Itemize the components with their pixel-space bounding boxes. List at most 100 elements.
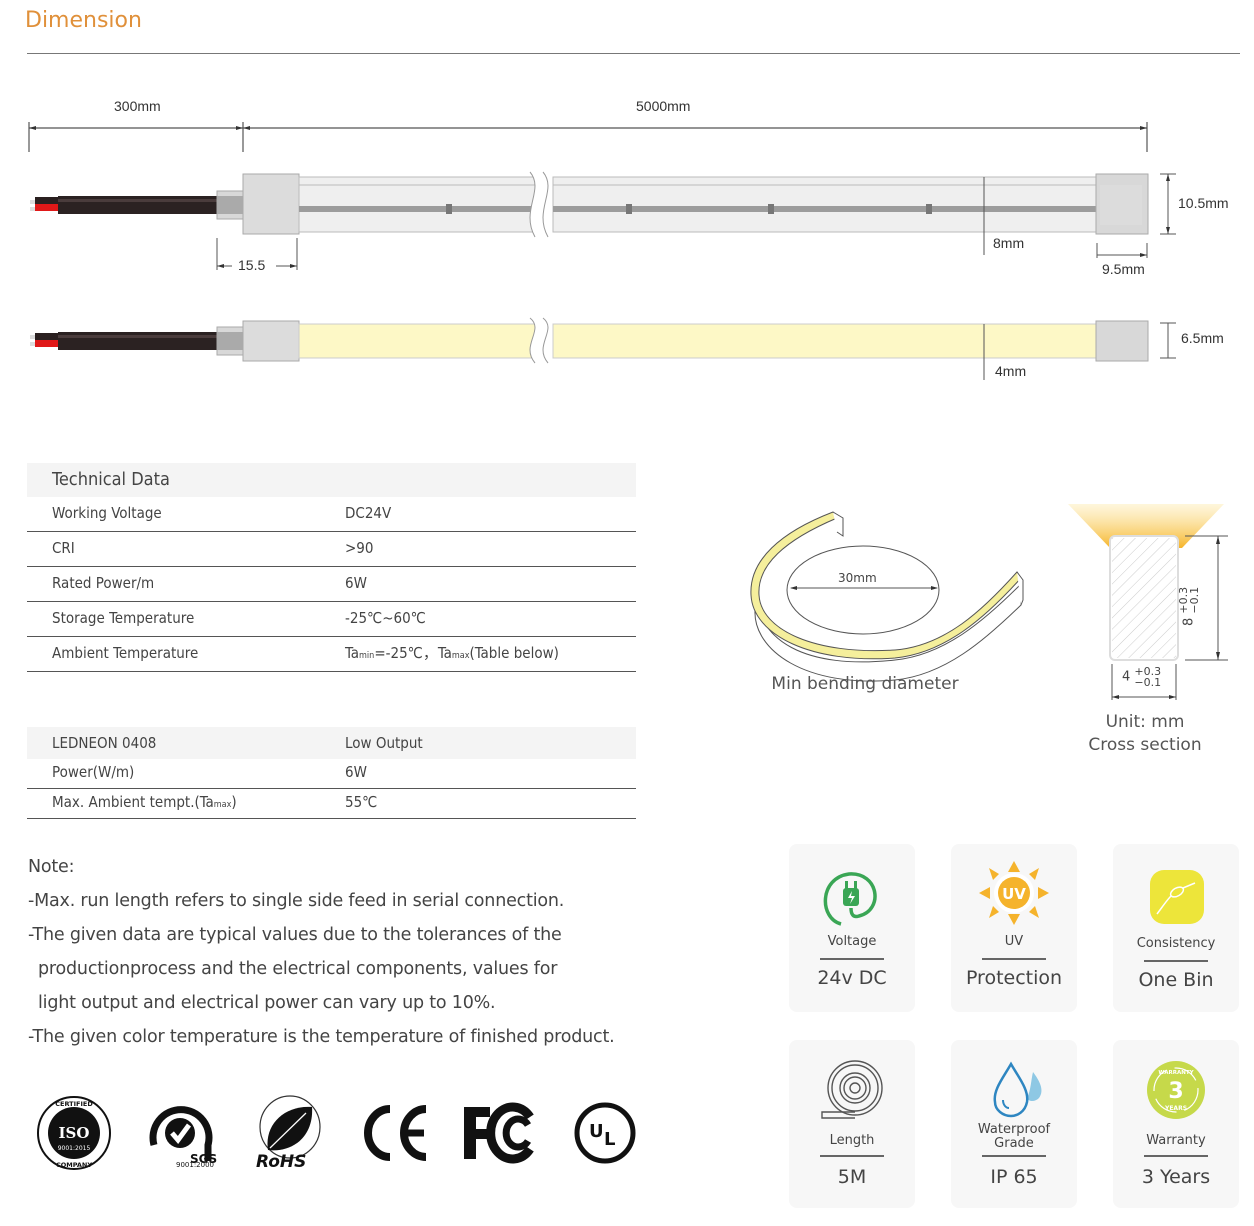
svg-text:UV: UV	[1002, 885, 1026, 903]
feature-card-voltage: Voltage 24v DC	[789, 844, 915, 1012]
svg-text:9001:2015: 9001:2015	[58, 1145, 91, 1152]
height-tolerance: 8 +0.3 −0.1	[1177, 586, 1201, 626]
uv-sun-icon: UV	[951, 858, 1077, 928]
row-value: 6W	[345, 763, 367, 781]
row-value: Tamin=-25℃，Tamax(Table below)	[345, 644, 559, 662]
row-key: Rated Power/m	[52, 574, 155, 592]
feature-card-uv: UV UV Protection	[951, 844, 1077, 1012]
fcc-icon	[462, 1095, 540, 1170]
end-cap-offset-label: 15.5	[238, 257, 266, 273]
note-line: productionprocess and the electrical com…	[38, 959, 558, 979]
bending-caption: Min bending diameter	[771, 674, 959, 694]
strip-length-label: 5000mm	[636, 98, 691, 114]
table-row: Rated Power/m 6W	[27, 567, 636, 602]
water-drop-icon	[951, 1050, 1077, 1120]
svg-text:RoHS: RoHS	[256, 1152, 306, 1172]
feature-value: 5M	[837, 1166, 867, 1188]
note-line: light output and electrical power can va…	[38, 993, 496, 1013]
row-value: 55℃	[345, 793, 378, 811]
technical-data-table: Technical Data Working Voltage DC24V CRI…	[27, 463, 636, 672]
plug-icon	[789, 858, 915, 928]
iso-certified-icon: ISO 9001:2015 CERTIFIED COMPANY	[36, 1095, 112, 1170]
cross-section-caption: Cross section	[1088, 735, 1202, 755]
row-key: Power(W/m)	[52, 763, 135, 781]
top-width-label: 4mm	[995, 363, 1027, 379]
sgs-icon: 9001:2000 SGS	[146, 1095, 217, 1170]
table-row: Ambient Temperature Tamin=-25℃，Tamax(Tab…	[27, 637, 636, 672]
feature-value: 24v DC	[817, 967, 887, 989]
dimension-drawing	[28, 122, 1176, 380]
svg-text:CERTIFIED: CERTIFIED	[55, 1100, 93, 1108]
feature-label: Voltage	[827, 934, 877, 949]
side-view-strip	[30, 171, 1176, 270]
table-row: Storage Temperature -25℃~60℃	[27, 602, 636, 637]
cross-section-diagram: 8 +0.3 −0.1 4 +0.3 −0.1 Unit: mm Cross sec…	[1060, 500, 1250, 760]
svg-text:COMPANY: COMPANY	[56, 1161, 92, 1169]
feature-divider	[820, 958, 884, 960]
svg-text:SGS: SGS	[190, 1152, 217, 1166]
notes-title: Note:	[28, 857, 75, 877]
feature-value: IP 65	[990, 1166, 1038, 1188]
row-key: Ambient Temperature	[52, 644, 199, 662]
row-value: 6W	[345, 574, 367, 592]
note-line: -Max. run length refers to single side f…	[28, 891, 565, 911]
end-cap-height-label: 10.5mm	[1178, 195, 1229, 211]
end-cap-width-label: 9.5mm	[1102, 261, 1145, 277]
row-key: Storage Temperature	[52, 609, 195, 627]
bend-diameter-label: 30mm	[838, 571, 877, 585]
row-key: Working Voltage	[52, 504, 162, 522]
row-value: -25℃~60℃	[345, 609, 426, 627]
feature-divider	[982, 1155, 1046, 1157]
ce-icon	[360, 1095, 430, 1170]
feature-value: One Bin	[1138, 969, 1214, 991]
note-line: -The given color temperature is the temp…	[28, 1027, 615, 1047]
table-row: Working Voltage DC24V	[27, 497, 636, 532]
reel-icon	[789, 1054, 915, 1124]
note-line: -The given data are typical values due t…	[28, 925, 562, 945]
warranty-badge-icon: WARRANTY 3 YEARS	[1113, 1054, 1239, 1124]
top-cap-height-label: 6.5mm	[1181, 330, 1224, 346]
model-table: LEDNEON 0408 Low Output Power(W/m) 6W Ma…	[27, 727, 636, 819]
model-name: LEDNEON 0408	[52, 734, 157, 752]
feature-divider	[820, 1155, 884, 1157]
feature-divider	[1144, 1155, 1208, 1157]
svg-text:U: U	[589, 1121, 604, 1142]
table-row: Power(W/m) 6W	[27, 759, 636, 789]
feature-value: 3 Years	[1141, 1166, 1211, 1188]
table-row: Max. Ambient tempt.(Tamax) 55℃	[27, 789, 636, 819]
row-key: Max. Ambient tempt.(Tamax)	[52, 793, 237, 811]
row-value: >90	[345, 539, 374, 557]
lead-length-label: 300mm	[114, 98, 161, 114]
feature-label: Consistency	[1136, 936, 1216, 951]
row-value: DC24V	[345, 504, 392, 522]
feature-value: Protection	[965, 967, 1063, 989]
feature-card-length: Length 5M	[789, 1040, 915, 1208]
feature-divider	[1144, 960, 1208, 962]
length-dimension-lines	[28, 122, 1148, 152]
side-height-label: 8mm	[993, 235, 1025, 251]
feature-label: Waterproof Grade	[977, 1122, 1051, 1151]
svg-text:ISO: ISO	[59, 1124, 90, 1142]
rohs-icon: RoHS	[254, 1095, 322, 1172]
svg-text:WARRANTY: WARRANTY	[1158, 1070, 1194, 1076]
feature-card-consistency: Consistency One Bin	[1113, 844, 1239, 1012]
table-row: CRI >90	[27, 532, 636, 567]
technical-data-title: Technical Data	[27, 463, 636, 497]
svg-text:L: L	[604, 1129, 615, 1150]
output-type: Low Output	[345, 734, 423, 752]
dimension-diagram: 300mm 5000mm 15.5 8mm 10.5mm 9.5mm 4mm 6…	[0, 0, 1254, 420]
feature-label: Warranty	[1146, 1133, 1206, 1148]
svg-text:3: 3	[1168, 1079, 1183, 1104]
bending-diagram: 30mm Min bending diameter	[745, 510, 1035, 710]
feature-label: UV	[1004, 934, 1024, 949]
notes: Note: -Max. run length refers to single …	[28, 850, 615, 1054]
model-table-header: LEDNEON 0408 Low Output	[27, 727, 636, 759]
consistency-icon	[1113, 858, 1239, 928]
row-key: CRI	[52, 539, 75, 557]
feature-card-waterproof: Waterproof Grade IP 65	[951, 1040, 1077, 1208]
ul-icon: U L	[572, 1095, 638, 1170]
feature-divider	[982, 958, 1046, 960]
svg-text:YEARS: YEARS	[1164, 1105, 1187, 1112]
feature-card-warranty: WARRANTY 3 YEARS Warranty 3 Years	[1113, 1040, 1239, 1208]
unit-caption: Unit: mm	[1105, 712, 1185, 732]
